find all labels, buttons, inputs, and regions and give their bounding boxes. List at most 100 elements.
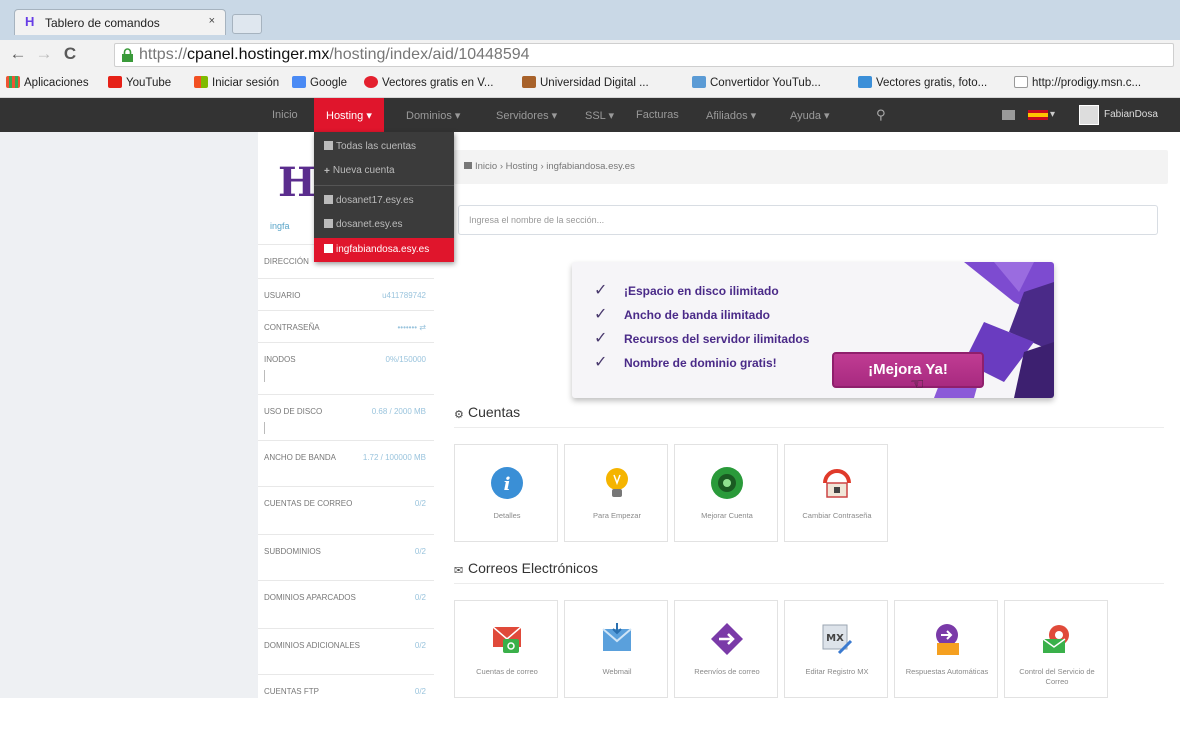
nav-dominios[interactable]: Dominios ▾	[406, 109, 460, 122]
sidebar-value: 0/2	[414, 593, 426, 602]
bookmark-google[interactable]: Google	[292, 76, 347, 89]
tile-webmail[interactable]: Webmail	[564, 600, 668, 698]
nav-ssl[interactable]: SSL ▾	[585, 109, 614, 122]
hostinger-logo-icon: H	[278, 159, 316, 206]
dropdown-label: Nueva cuenta	[332, 165, 395, 176]
sidebar-value: 0%/150000	[385, 355, 426, 364]
tab-close-icon[interactable]: ×	[209, 15, 215, 27]
sidebar-value: 0/2	[414, 641, 426, 650]
email-accounts-icon	[492, 626, 522, 653]
upgrade-banner: ✓ ¡Espacio en disco ilimitado ✓ Ancho de b…	[572, 262, 1054, 398]
gear-icon: ⚙	[454, 409, 464, 421]
bookmark-prodigy[interactable]: http://prodigy.msn.c...	[1014, 76, 1141, 89]
check-icon: ✓	[594, 282, 608, 299]
bookmark-vectores[interactable]: Vectores gratis en V...	[364, 76, 493, 89]
tile-control-servicio-correo[interactable]: Control del Servicio de Correo	[1004, 600, 1108, 698]
nav-afiliados[interactable]: Afiliados ▾	[706, 109, 756, 122]
check-icon: ✓	[594, 354, 608, 371]
bookmarks-bar: Aplicaciones YouTube Iniciar sesión Goog…	[0, 70, 1180, 98]
section-correos-header: ✉ Correos Electrónicos	[454, 554, 1164, 584]
back-button[interactable]: ←	[8, 44, 28, 64]
password-lock-icon	[823, 469, 851, 498]
check-icon: ✓	[594, 330, 608, 347]
user-menu[interactable]: FabianDosa	[1104, 109, 1158, 120]
bookmark-label: Aplicaciones	[24, 77, 89, 89]
forward-mail-icon	[711, 623, 743, 655]
tile-label: Webmail	[602, 667, 632, 676]
nav-inicio[interactable]: Inicio	[272, 109, 298, 121]
nav-hosting[interactable]: Hosting ▾	[314, 98, 384, 132]
forward-button[interactable]: →	[34, 44, 54, 64]
svg-text:MX: MX	[826, 633, 844, 644]
new-tab-button[interactable]	[232, 14, 262, 34]
search-icon[interactable]: ⚲	[876, 107, 886, 123]
bookmark-universidad[interactable]: Universidad Digital ...	[522, 76, 649, 89]
dropdown-label: dosanet.esy.es	[336, 219, 403, 230]
browser-tab[interactable]: H Tablero de comandos ×	[14, 9, 226, 35]
sidebar-label: USO DE DISCO	[264, 407, 323, 416]
reload-button[interactable]: C	[60, 44, 80, 64]
sidebar-label: SUBDOMINIOS	[264, 547, 321, 556]
google-icon	[292, 76, 306, 88]
bookmark-vectores-fotos[interactable]: Vectores gratis, foto...	[858, 76, 987, 89]
avatar[interactable]	[1079, 105, 1099, 125]
check-icon: ✓	[594, 306, 608, 323]
dropdown-item-all-accounts[interactable]: Todas las cuentas	[314, 135, 454, 159]
upgrade-button[interactable]: ¡Mejora Ya!	[832, 352, 984, 388]
tile-detalles[interactable]: i Detalles	[454, 444, 558, 542]
sidebar-label: ANCHO DE BANDA	[264, 453, 337, 462]
bookmark-apps[interactable]: Aplicaciones	[6, 76, 89, 89]
plus-icon: +	[324, 166, 330, 177]
tab-title: Tablero de comandos	[45, 16, 160, 30]
tile-label: Mejorar Cuenta	[701, 511, 753, 520]
section-title: Cuentas	[468, 404, 521, 420]
tile-cambiar-contrasena[interactable]: Cambiar Contraseña	[784, 444, 888, 542]
tile-editar-registro-mx[interactable]: MX Editar Registro MX	[784, 600, 888, 698]
breadcrumb: Inicio › Hosting › ingfabiandosa.esy.es	[454, 150, 1168, 184]
nav-ayuda[interactable]: Ayuda ▾	[790, 109, 830, 122]
bookmark-login[interactable]: Iniciar sesión	[194, 76, 279, 89]
dropdown-item-dosanet[interactable]: dosanet.esy.es	[314, 213, 454, 237]
dropdown-label: ingfabiandosa.esy.es	[336, 244, 430, 255]
dropdown-item-ingfabiandosa[interactable]: ingfabiandosa.esy.es	[314, 238, 454, 262]
bookmark-label: Vectores gratis en V...	[382, 77, 494, 89]
language-caret[interactable]: ▾	[1050, 109, 1055, 120]
banner-line-text: Ancho de banda ilimitado	[624, 308, 771, 322]
section-title: Correos Electrónicos	[468, 560, 598, 576]
url-text: https://cpanel.hostinger.mx/hosting/inde…	[139, 46, 530, 64]
mail-icon[interactable]	[1002, 110, 1015, 120]
bookmark-convertidor[interactable]: Convertidor YouTub...	[692, 76, 821, 89]
address-bar[interactable]: https://cpanel.hostinger.mx/hosting/inde…	[114, 43, 1174, 67]
section-search-input[interactable]: Ingresa el nombre de la sección...	[458, 205, 1158, 235]
password-value[interactable]: ••••••• ⇄	[397, 323, 426, 332]
dropdown-item-new-account[interactable]: + Nueva cuenta	[314, 159, 454, 183]
site-navbar: Inicio Hosting ▾ Dominios ▾ Servidores ▾…	[0, 98, 1180, 132]
tile-para-empezar[interactable]: Para Empezar	[564, 444, 668, 542]
account-link[interactable]: ingfa	[270, 221, 290, 231]
mx-record-icon: MX	[822, 624, 853, 655]
breadcrumb-path: Inicio › Hosting › ingfabiandosa.esy.es	[475, 161, 635, 172]
freepik-icon	[858, 76, 872, 88]
dropdown-label: Todas las cuentas	[336, 141, 417, 152]
mouse-cursor-icon: ☜	[910, 376, 925, 393]
breadcrumb-text[interactable]: Inicio › Hosting › ingfabiandosa.esy.es	[464, 161, 635, 172]
nav-facturas[interactable]: Facturas	[636, 109, 679, 121]
tile-label: Editar Registro MX	[805, 667, 869, 676]
sidebar-row-dominios-aparcados: DOMINIOS APARCADOS 0/2	[258, 580, 434, 635]
spain-flag-icon[interactable]	[1028, 110, 1048, 120]
left-gutter	[0, 132, 258, 698]
section-cuentas-header: ⚙ Cuentas	[454, 398, 1164, 428]
tile-respuestas-automaticas[interactable]: Respuestas Automáticas	[894, 600, 998, 698]
home-icon	[464, 162, 472, 169]
mail-service-gear-icon	[1042, 625, 1069, 653]
tile-reenvios-correo[interactable]: Reenvíos de correo	[674, 600, 778, 698]
dropdown-item-dosanet17[interactable]: dosanet17.esy.es	[314, 189, 454, 213]
nav-servidores[interactable]: Servidores ▾	[496, 109, 557, 122]
tile-mejorar-cuenta[interactable]: Mejorar Cuenta	[674, 444, 778, 542]
banner-line-text: Recursos del servidor ilimitados	[624, 332, 810, 346]
upgrade-target-icon	[711, 467, 743, 499]
tile-cuentas-correo[interactable]: Cuentas de correo	[454, 600, 558, 698]
usage-bar	[264, 422, 265, 434]
usage-bar	[264, 370, 265, 382]
bookmark-youtube[interactable]: YouTube	[108, 76, 171, 89]
